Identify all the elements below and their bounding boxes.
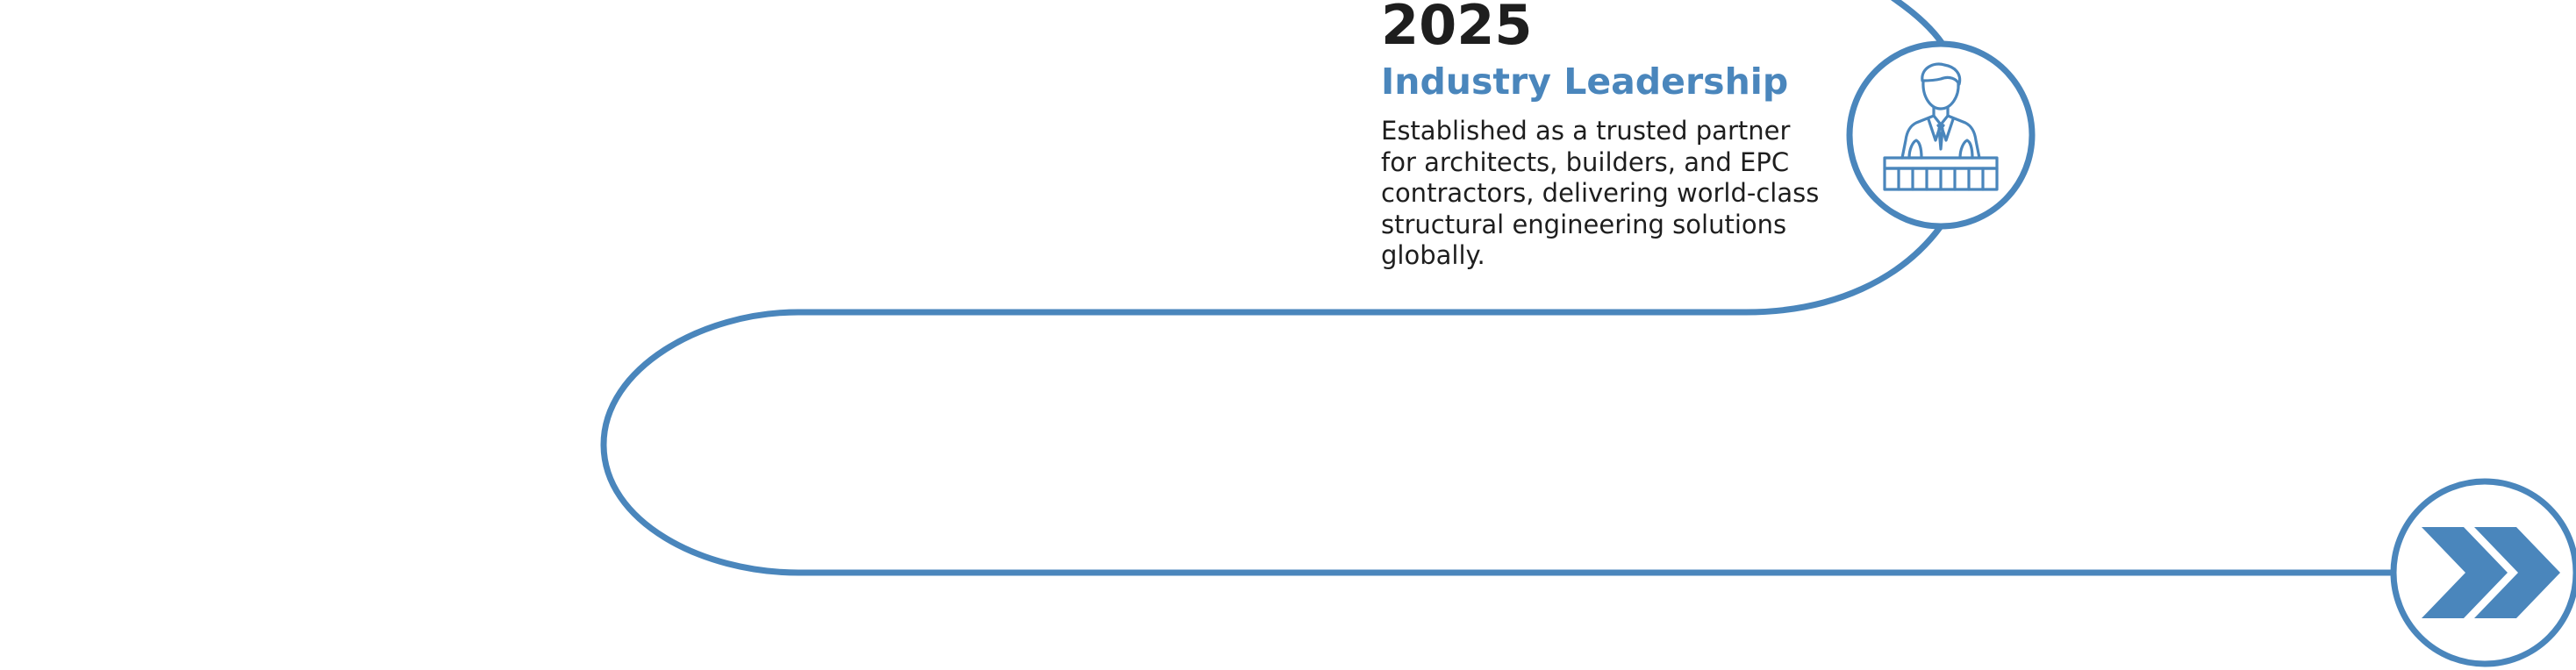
milestone-description-line: for architects, builders, and EPC bbox=[1381, 146, 1790, 177]
timeline-diagram bbox=[600, 0, 2576, 667]
timeline-path bbox=[600, 223, 2397, 576]
milestone-title: Industry Leadership bbox=[1381, 61, 1789, 103]
milestone-description-line: structural engineering solutions bbox=[1381, 209, 1787, 239]
milestone-year: 2025 bbox=[1381, 0, 1533, 57]
milestone-text-block: 2025 Industry Leadership Established as … bbox=[1381, 0, 1837, 272]
milestone-description-line: Established as a trusted partner bbox=[1381, 116, 1791, 146]
timeline-path-top-arc bbox=[1891, 0, 1946, 47]
milestone-description: Established as a trusted partner for arc… bbox=[1381, 116, 1837, 272]
milestone-description-line: contractors, delivering world-class bbox=[1381, 178, 1820, 208]
milestone-description-line: globally. bbox=[1381, 240, 1485, 270]
